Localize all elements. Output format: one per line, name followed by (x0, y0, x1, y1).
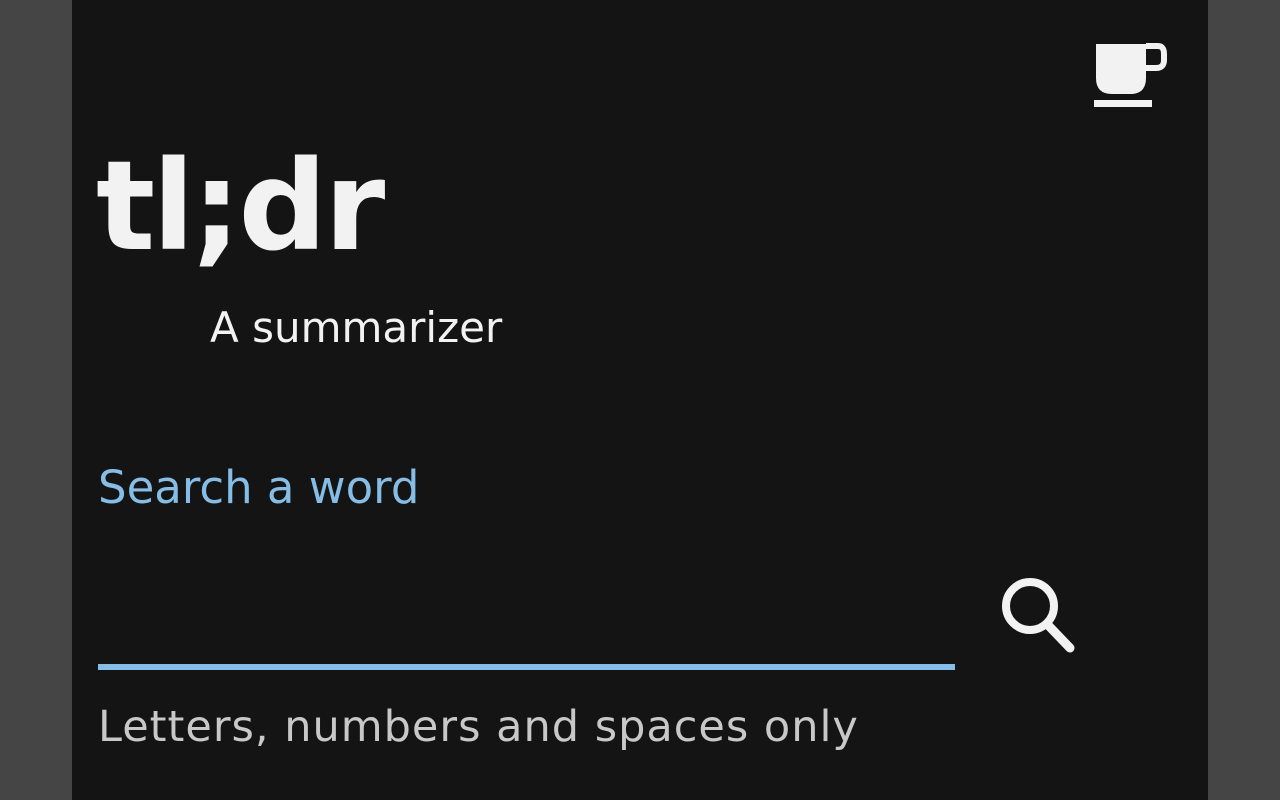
coffee-button[interactable] (1092, 38, 1168, 112)
app-title: tl;dr (96, 135, 385, 279)
search-input[interactable] (98, 580, 955, 670)
search-helper-text: Letters, numbers and spaces only (98, 702, 859, 752)
coffee-cup-icon (1094, 43, 1167, 107)
search-icon (1002, 578, 1075, 653)
search-button[interactable] (996, 570, 1088, 662)
app-panel: tl;dr A summarizer Search a word Letters… (72, 0, 1208, 800)
app-subtitle: A summarizer (210, 303, 503, 352)
search-field-label: Search a word (98, 461, 420, 514)
